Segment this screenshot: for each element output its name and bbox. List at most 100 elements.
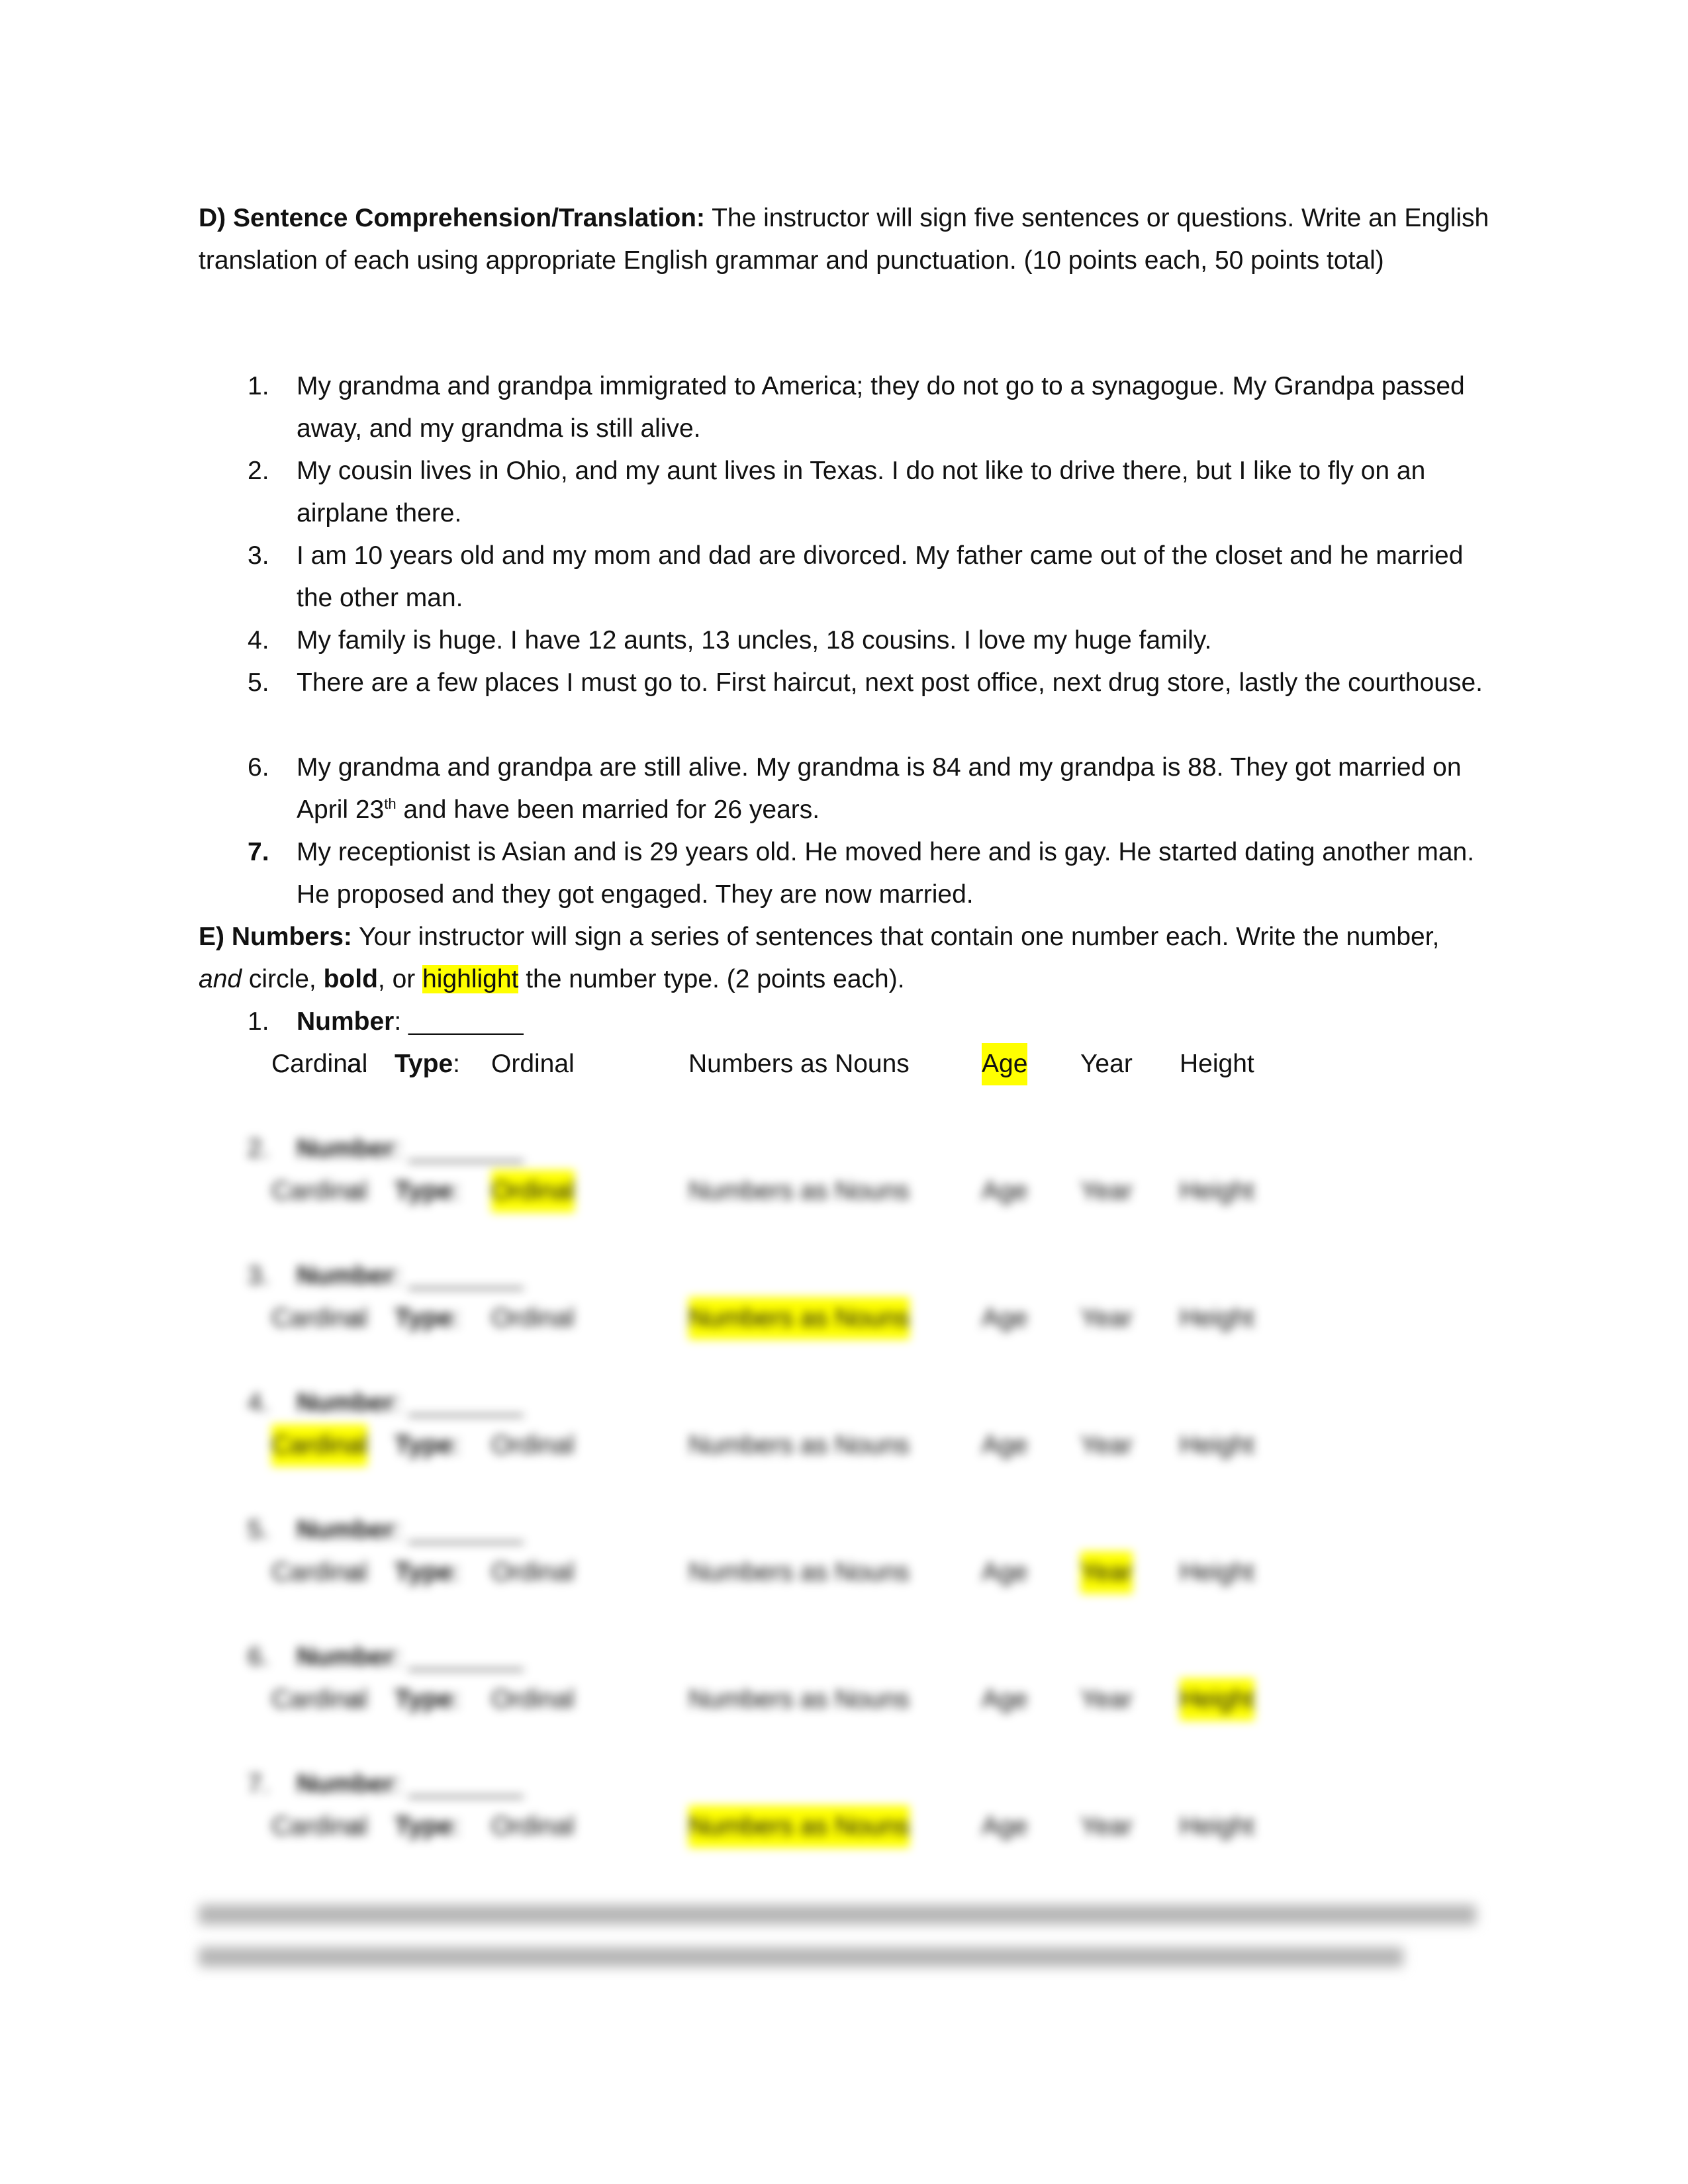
type-option-year[interactable]: Year — [1080, 1297, 1133, 1340]
number-label: Number — [297, 1516, 395, 1544]
number-field[interactable]: Number: ________ — [297, 1128, 1495, 1170]
type-option-height[interactable]: Height — [1180, 1043, 1254, 1085]
type-option-numbers-as-nouns[interactable]: Numbers as Nouns — [688, 1424, 910, 1467]
type-option-year[interactable]: Year — [1080, 1043, 1133, 1085]
type-option-ordinal[interactable]: Ordinal — [491, 1805, 575, 1848]
type-option-numbers-as-nouns[interactable]: Numbers as Nouns — [688, 1297, 910, 1340]
list-item-text: My receptionist is Asian and is 29 years… — [297, 838, 1475, 909]
question-number: 5. — [248, 1516, 269, 1544]
list-item-text: My grandma and grandpa immigrated to Ame… — [297, 372, 1465, 443]
type-option-cardinal[interactable]: Cardinal — [271, 1297, 367, 1340]
number-blank[interactable]: : ________ — [394, 1388, 523, 1417]
list-item-text: My grandma and grandpa are still alive. … — [297, 747, 1495, 831]
blurred-text-line — [199, 1947, 1403, 1967]
type-option-age[interactable]: Age — [982, 1170, 1027, 1212]
type-option-numbers-as-nouns[interactable]: Numbers as Nouns — [688, 1678, 910, 1721]
type-option-ordinal[interactable]: Ordinal — [491, 1297, 575, 1340]
section-d-intro: D) Sentence Comprehension/Translation: T… — [199, 197, 1489, 282]
type-label: Type: — [395, 1304, 460, 1332]
type-option-year[interactable]: Year — [1080, 1424, 1133, 1467]
question-number: 6. — [248, 1643, 269, 1671]
type-option-age[interactable]: Age — [982, 1297, 1027, 1340]
type-label: Type: — [395, 1558, 460, 1586]
list-item-text: There are a few places I must go to. Fir… — [297, 668, 1483, 697]
type-option-ordinal[interactable]: Ordinal — [491, 1170, 575, 1212]
type-option-numbers-as-nouns[interactable]: Numbers as Nouns — [688, 1043, 910, 1085]
section-e-bold: bold — [323, 965, 378, 993]
type-label: Type: — [395, 1431, 460, 1459]
type-option-cardinal[interactable]: Cardinal — [271, 1678, 367, 1721]
type-option-year[interactable]: Year — [1080, 1805, 1133, 1848]
section-e-italic: and — [199, 965, 242, 993]
type-option-height[interactable]: Height — [1180, 1424, 1254, 1467]
type-option-height[interactable]: Height — [1180, 1678, 1254, 1721]
question-number: 7. — [248, 1770, 269, 1798]
list-item-number: 4. — [248, 626, 269, 655]
type-option-height[interactable]: Height — [1180, 1805, 1254, 1848]
question-number: 4. — [248, 1388, 269, 1417]
type-option-cardinal[interactable]: Cardinal — [271, 1424, 368, 1467]
type-option-numbers-as-nouns[interactable]: Numbers as Nouns — [688, 1805, 910, 1848]
question-number: 1. — [248, 1007, 269, 1036]
type-option-ordinal[interactable]: Ordinal — [491, 1551, 575, 1594]
section-e-text: circle, — [242, 965, 324, 993]
type-option-cardinal[interactable]: Cardinal — [271, 1805, 367, 1848]
type-option-year[interactable]: Year — [1080, 1551, 1133, 1594]
type-option-ordinal[interactable]: Ordinal — [491, 1424, 575, 1467]
list-item-text-part: and have been married for 26 years. — [396, 796, 820, 824]
type-label: Type: — [395, 1812, 460, 1841]
type-option-ordinal[interactable]: Ordinal — [491, 1043, 575, 1085]
section-e-text: , or — [377, 965, 423, 993]
type-label: Type: — [395, 1050, 460, 1078]
blurred-text-line — [199, 1905, 1476, 1925]
number-field[interactable]: Number: ________ — [297, 1382, 1495, 1424]
type-option-year[interactable]: Year — [1080, 1170, 1133, 1212]
list-item-number: 2. — [248, 457, 269, 485]
type-option-cardinal[interactable]: Cardinal — [271, 1551, 367, 1594]
type-option-age[interactable]: Age — [982, 1043, 1028, 1085]
number-label: Number — [297, 1643, 395, 1671]
type-option-age[interactable]: Age — [982, 1424, 1027, 1467]
list-item-number: 6. — [248, 753, 269, 782]
number-field[interactable]: Number: ________ — [297, 1001, 1495, 1043]
number-label: Number — [297, 1770, 395, 1798]
section-e-intro: E) Numbers: Your instructor will sign a … — [199, 916, 1489, 1001]
number-label: Number — [297, 1134, 395, 1163]
type-option-age[interactable]: Age — [982, 1678, 1027, 1721]
question-number: 3. — [248, 1261, 269, 1290]
number-field[interactable]: Number: ________ — [297, 1255, 1495, 1297]
list-item-number: 5. — [248, 668, 269, 697]
type-option-cardinal[interactable]: Cardinal — [271, 1170, 367, 1212]
number-blank[interactable]: : ________ — [394, 1007, 523, 1036]
section-e-text: Your instructor will sign a series of se… — [352, 923, 1440, 951]
section-e-highlight: highlight — [422, 965, 519, 993]
list-item-number: 1. — [248, 372, 269, 400]
type-option-numbers-as-nouns[interactable]: Numbers as Nouns — [688, 1170, 910, 1212]
number-field[interactable]: Number: ________ — [297, 1636, 1495, 1678]
type-option-age[interactable]: Age — [982, 1805, 1027, 1848]
list-item-number: 3. — [248, 541, 269, 570]
number-blank[interactable]: : ________ — [394, 1261, 523, 1290]
section-e-text: the number type. (2 points each). — [518, 965, 905, 993]
type-row: a.Type: CardinalOrdinalNumbers as NounsA… — [199, 1678, 1489, 1721]
type-option-height[interactable]: Height — [1180, 1170, 1254, 1212]
type-option-cardinal[interactable]: Cardinal — [271, 1043, 367, 1085]
type-option-height[interactable]: Height — [1180, 1551, 1254, 1594]
list-item-text: My cousin lives in Ohio, and my aunt liv… — [297, 457, 1426, 527]
type-option-height[interactable]: Height — [1180, 1297, 1254, 1340]
type-option-age[interactable]: Age — [982, 1551, 1027, 1594]
number-field[interactable]: Number: ________ — [297, 1763, 1495, 1805]
number-blank[interactable]: : ________ — [394, 1770, 523, 1798]
number-field[interactable]: Number: ________ — [297, 1509, 1495, 1551]
number-blank[interactable]: : ________ — [394, 1516, 523, 1544]
number-blank[interactable]: : ________ — [394, 1134, 523, 1163]
type-row: a.Type: CardinalOrdinalNumbers as NounsA… — [199, 1170, 1489, 1212]
type-label: Type: — [395, 1685, 460, 1713]
list-item-text: I am 10 years old and my mom and dad are… — [297, 541, 1464, 612]
type-row: a.Type: CardinalOrdinalNumbers as NounsA… — [199, 1297, 1489, 1340]
type-option-numbers-as-nouns[interactable]: Numbers as Nouns — [688, 1551, 910, 1594]
type-option-ordinal[interactable]: Ordinal — [491, 1678, 575, 1721]
number-label: Number — [297, 1261, 395, 1290]
number-blank[interactable]: : ________ — [394, 1643, 523, 1671]
type-option-year[interactable]: Year — [1080, 1678, 1133, 1721]
